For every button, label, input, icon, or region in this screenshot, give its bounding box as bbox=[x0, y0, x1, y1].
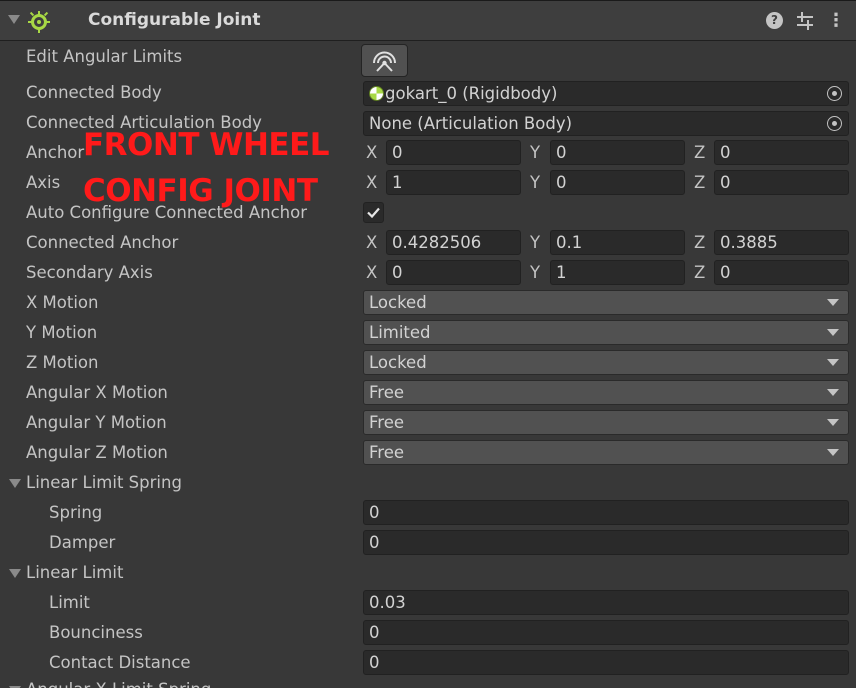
anchor-x-letter[interactable]: X bbox=[366, 143, 377, 162]
component-header[interactable]: Configurable Joint ? ⋮ bbox=[0, 0, 856, 41]
chevron-down-icon bbox=[827, 359, 839, 366]
rigidbody-icon bbox=[369, 86, 384, 101]
angular-z-motion-value: Free bbox=[369, 443, 405, 462]
bounciness-field[interactable]: 0 bbox=[363, 620, 849, 645]
annotation-config-joint: CONFIG JOINT bbox=[83, 173, 318, 209]
connected-anchor-y-letter[interactable]: Y bbox=[530, 233, 540, 252]
chevron-down-icon bbox=[827, 419, 839, 426]
object-picker-icon[interactable] bbox=[827, 116, 842, 131]
collapse-arrow-icon[interactable] bbox=[8, 15, 20, 24]
angular-z-motion-dropdown[interactable]: Free bbox=[363, 440, 849, 465]
object-picker-icon[interactable] bbox=[827, 86, 842, 101]
damper-field[interactable]: 0 bbox=[363, 530, 849, 555]
anchor-y-letter[interactable]: Y bbox=[530, 143, 540, 162]
angular-x-motion-dropdown[interactable]: Free bbox=[363, 380, 849, 405]
secondary-axis-label: Secondary Axis bbox=[26, 263, 153, 282]
connected-anchor-z-field[interactable]: 0.3885 bbox=[714, 230, 849, 255]
secondary-axis-x-letter[interactable]: X bbox=[366, 263, 377, 282]
configurable-joint-icon bbox=[28, 11, 50, 33]
more-options-icon[interactable]: ⋮ bbox=[827, 10, 845, 32]
chevron-down-icon bbox=[827, 329, 839, 336]
z-motion-label: Z Motion bbox=[26, 353, 99, 372]
connected-articulation-body-value: None (Articulation Body) bbox=[369, 114, 573, 133]
connected-anchor-y-field[interactable]: 0.1 bbox=[550, 230, 685, 255]
axis-y-field[interactable]: 0 bbox=[550, 170, 685, 195]
edit-joint-angular-limits-icon bbox=[373, 51, 396, 72]
axis-y-letter[interactable]: Y bbox=[530, 173, 540, 192]
auto-configure-checkbox[interactable] bbox=[363, 202, 384, 223]
contact-distance-field[interactable]: 0 bbox=[363, 650, 849, 675]
connected-body-label: Connected Body bbox=[26, 83, 162, 102]
anchor-y-field[interactable]: 0 bbox=[550, 140, 685, 165]
x-motion-value: Locked bbox=[369, 293, 427, 312]
anchor-z-field[interactable]: 0 bbox=[714, 140, 849, 165]
angular-y-motion-dropdown[interactable]: Free bbox=[363, 410, 849, 435]
linear-limit-spring-foldout-arrow-icon[interactable] bbox=[9, 479, 21, 488]
connected-anchor-z-letter[interactable]: Z bbox=[694, 233, 705, 252]
annotation-front-wheel: FRONT WHEEL bbox=[83, 127, 330, 163]
y-motion-value: Limited bbox=[369, 323, 431, 342]
linear-limit-spring-foldout[interactable]: Linear Limit Spring bbox=[26, 473, 182, 492]
axis-z-field[interactable]: 0 bbox=[714, 170, 849, 195]
angular-x-limit-spring-foldout[interactable]: Angular X Limit Spring bbox=[26, 680, 211, 688]
secondary-axis-y-field[interactable]: 1 bbox=[550, 260, 685, 285]
chevron-down-icon bbox=[827, 389, 839, 396]
linear-limit-foldout[interactable]: Linear Limit bbox=[26, 563, 123, 582]
angular-y-motion-value: Free bbox=[369, 413, 405, 432]
component-title: Configurable Joint bbox=[88, 10, 261, 30]
contact-distance-label: Contact Distance bbox=[49, 653, 191, 672]
anchor-label: Anchor bbox=[26, 143, 85, 162]
axis-x-field[interactable]: 1 bbox=[386, 170, 521, 195]
secondary-axis-y-letter[interactable]: Y bbox=[530, 263, 540, 282]
linear-limit-foldout-arrow-icon[interactable] bbox=[9, 569, 21, 578]
y-motion-label: Y Motion bbox=[26, 323, 98, 342]
limit-label: Limit bbox=[49, 593, 90, 612]
axis-x-letter[interactable]: X bbox=[366, 173, 377, 192]
secondary-axis-z-field[interactable]: 0 bbox=[714, 260, 849, 285]
spring-label: Spring bbox=[49, 503, 103, 522]
bounciness-label: Bounciness bbox=[49, 623, 143, 642]
connected-anchor-label: Connected Anchor bbox=[26, 233, 179, 252]
chevron-down-icon bbox=[827, 449, 839, 456]
help-icon[interactable]: ? bbox=[766, 12, 783, 29]
z-motion-value: Locked bbox=[369, 353, 427, 372]
damper-label: Damper bbox=[49, 533, 116, 552]
x-motion-dropdown[interactable]: Locked bbox=[363, 290, 849, 315]
angular-z-motion-label: Angular Z Motion bbox=[26, 443, 168, 462]
chevron-down-icon bbox=[827, 299, 839, 306]
secondary-axis-z-letter[interactable]: Z bbox=[694, 263, 705, 282]
spring-field[interactable]: 0 bbox=[363, 500, 849, 525]
angular-x-motion-value: Free bbox=[369, 383, 405, 402]
checkmark-icon bbox=[367, 207, 380, 219]
angular-x-motion-label: Angular X Motion bbox=[26, 383, 168, 402]
connected-anchor-x-field[interactable]: 0.4282506 bbox=[386, 230, 521, 255]
anchor-z-letter[interactable]: Z bbox=[694, 143, 705, 162]
edit-angular-limits-label: Edit Angular Limits bbox=[26, 47, 183, 66]
x-motion-label: X Motion bbox=[26, 293, 99, 312]
connected-articulation-body-field[interactable]: None (Articulation Body) bbox=[363, 111, 849, 136]
connected-body-value: gokart_0 (Rigidbody) bbox=[385, 84, 558, 103]
connected-body-field[interactable]: gokart_0 (Rigidbody) bbox=[363, 81, 849, 106]
z-motion-dropdown[interactable]: Locked bbox=[363, 350, 849, 375]
angular-y-motion-label: Angular Y Motion bbox=[26, 413, 167, 432]
y-motion-dropdown[interactable]: Limited bbox=[363, 320, 849, 345]
axis-z-letter[interactable]: Z bbox=[694, 173, 705, 192]
anchor-x-field[interactable]: 0 bbox=[386, 140, 521, 165]
limit-field[interactable]: 0.03 bbox=[363, 590, 849, 615]
axis-label: Axis bbox=[26, 173, 61, 192]
connected-anchor-x-letter[interactable]: X bbox=[366, 233, 377, 252]
secondary-axis-x-field[interactable]: 0 bbox=[386, 260, 521, 285]
presets-icon[interactable] bbox=[796, 11, 814, 31]
edit-angular-limits-button[interactable] bbox=[361, 44, 408, 77]
